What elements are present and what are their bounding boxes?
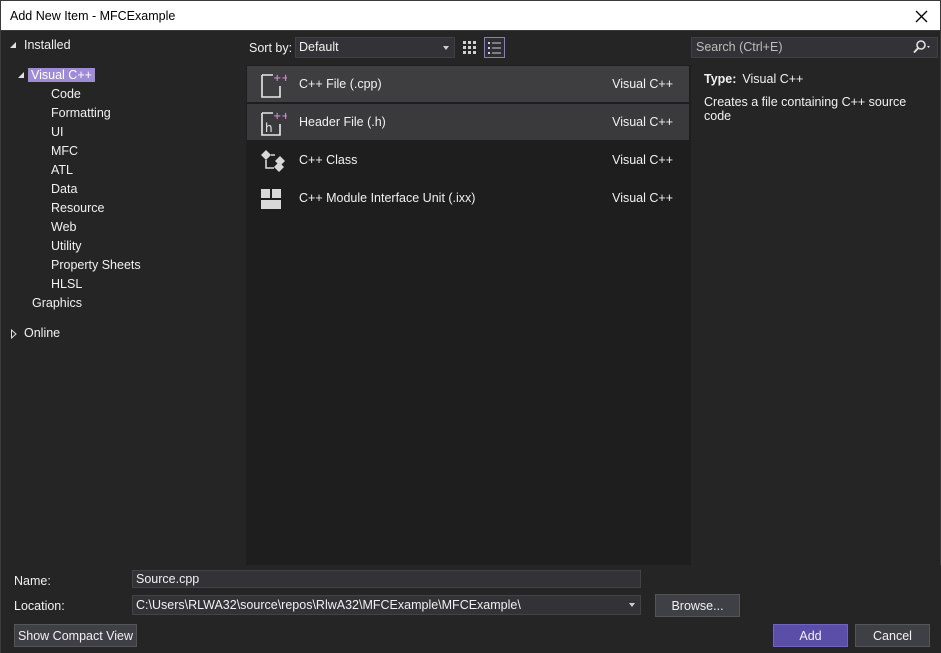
module-icon: [261, 189, 281, 209]
sort-by-label: Sort by:: [249, 41, 293, 55]
location-label: Location:: [14, 599, 65, 613]
list-view-icon: [488, 41, 501, 54]
show-compact-view-button[interactable]: Show Compact View: [14, 624, 137, 647]
template-item-header-file[interactable]: h ++ Header File (.h) Visual C++: [247, 104, 689, 140]
template-language: Visual C++: [612, 191, 673, 205]
bottom-form: Name: Source.cpp Location: C:\Users\RLWA…: [1, 565, 941, 653]
tree-node-online[interactable]: Online: [9, 325, 60, 342]
expanded-arrow-icon: [18, 72, 24, 78]
template-description: Creates a file containing C++ source cod…: [704, 95, 907, 123]
chevron-down-icon: [443, 46, 449, 50]
search-icon: [913, 40, 930, 54]
add-button[interactable]: Add: [773, 624, 848, 647]
tree-node-ui[interactable]: UI: [51, 124, 64, 141]
tree-node-installed[interactable]: Installed: [9, 37, 71, 54]
cancel-button[interactable]: Cancel: [855, 624, 930, 647]
templates-list: ++ C++ File (.cpp) Visual C++ h ++ Heade…: [246, 65, 691, 565]
cpp-file-icon: ++: [261, 73, 287, 98]
window-title: Add New Item - MFCExample: [10, 9, 176, 23]
sort-by-value: Default: [299, 40, 339, 54]
type-value: Visual C++: [742, 72, 804, 86]
browse-button[interactable]: Browse...: [655, 594, 740, 617]
title-bar: Add New Item - MFCExample: [0, 0, 941, 31]
tree-node-visual-cpp[interactable]: Visual C++: [17, 67, 95, 84]
tree-label-online: Online: [24, 326, 61, 340]
grid-view-button[interactable]: [459, 37, 480, 58]
svg-text:++: ++: [273, 111, 287, 122]
expanded-arrow-icon: [10, 42, 16, 48]
category-tree: Installed Visual C++ Code Formatting UI …: [1, 31, 246, 565]
location-value: C:\Users\RLWA32\source\repos\RlwA32\MFCE…: [136, 598, 521, 612]
tree-node-web[interactable]: Web: [51, 219, 76, 236]
type-row: Type: Visual C++: [704, 72, 934, 86]
type-label: Type:: [704, 72, 737, 86]
search-placeholder: Search (Ctrl+E): [696, 40, 783, 54]
tree-node-code[interactable]: Code: [51, 86, 81, 103]
template-language: Visual C++: [612, 153, 673, 167]
sort-by-dropdown[interactable]: Default: [295, 37, 455, 58]
template-item-cpp-class[interactable]: C++ Class Visual C++: [247, 142, 689, 178]
grid-view-icon: [463, 41, 476, 54]
tree-label-visual-cpp: Visual C++: [28, 68, 95, 82]
template-item-cpp-file[interactable]: ++ C++ File (.cpp) Visual C++: [247, 66, 689, 102]
location-combo[interactable]: C:\Users\RLWA32\source\repos\RlwA32\MFCE…: [132, 595, 641, 615]
tree-node-graphics[interactable]: Graphics: [32, 295, 82, 312]
template-name: C++ Class: [299, 153, 358, 167]
template-language: Visual C++: [612, 77, 673, 91]
tree-node-mfc[interactable]: MFC: [51, 143, 78, 160]
name-value: Source.cpp: [136, 572, 200, 586]
dialog-body: Installed Visual C++ Code Formatting UI …: [0, 31, 941, 653]
tree-label-installed: Installed: [24, 38, 71, 52]
tree-node-atl[interactable]: ATL: [51, 162, 73, 179]
tree-node-utility[interactable]: Utility: [51, 238, 82, 255]
details-pane: Type: Visual C++ Creates a file containin…: [704, 72, 934, 123]
template-name: Header File (.h): [299, 115, 386, 129]
template-name: C++ Module Interface Unit (.ixx): [299, 191, 476, 205]
name-label: Name:: [14, 574, 51, 588]
name-input[interactable]: Source.cpp: [132, 570, 641, 588]
close-icon: [915, 10, 927, 22]
search-input[interactable]: Search (Ctrl+E): [691, 37, 938, 58]
collapsed-arrow-icon: [11, 329, 17, 339]
close-button[interactable]: [908, 4, 934, 28]
tree-node-data[interactable]: Data: [51, 181, 77, 198]
header-file-icon: h ++: [261, 111, 287, 136]
chevron-down-icon[interactable]: [629, 603, 635, 607]
template-language: Visual C++: [612, 115, 673, 129]
list-view-button[interactable]: [484, 37, 505, 58]
tree-node-formatting[interactable]: Formatting: [51, 105, 111, 122]
svg-text:h: h: [265, 121, 273, 135]
svg-text:++: ++: [273, 73, 287, 84]
class-icon: [261, 150, 285, 172]
template-item-module-interface[interactable]: C++ Module Interface Unit (.ixx) Visual …: [247, 180, 689, 216]
tree-node-hlsl[interactable]: HLSL: [51, 276, 82, 293]
tree-node-resource[interactable]: Resource: [51, 200, 105, 217]
tree-node-property-sheets[interactable]: Property Sheets: [51, 257, 141, 274]
template-name: C++ File (.cpp): [299, 77, 382, 91]
